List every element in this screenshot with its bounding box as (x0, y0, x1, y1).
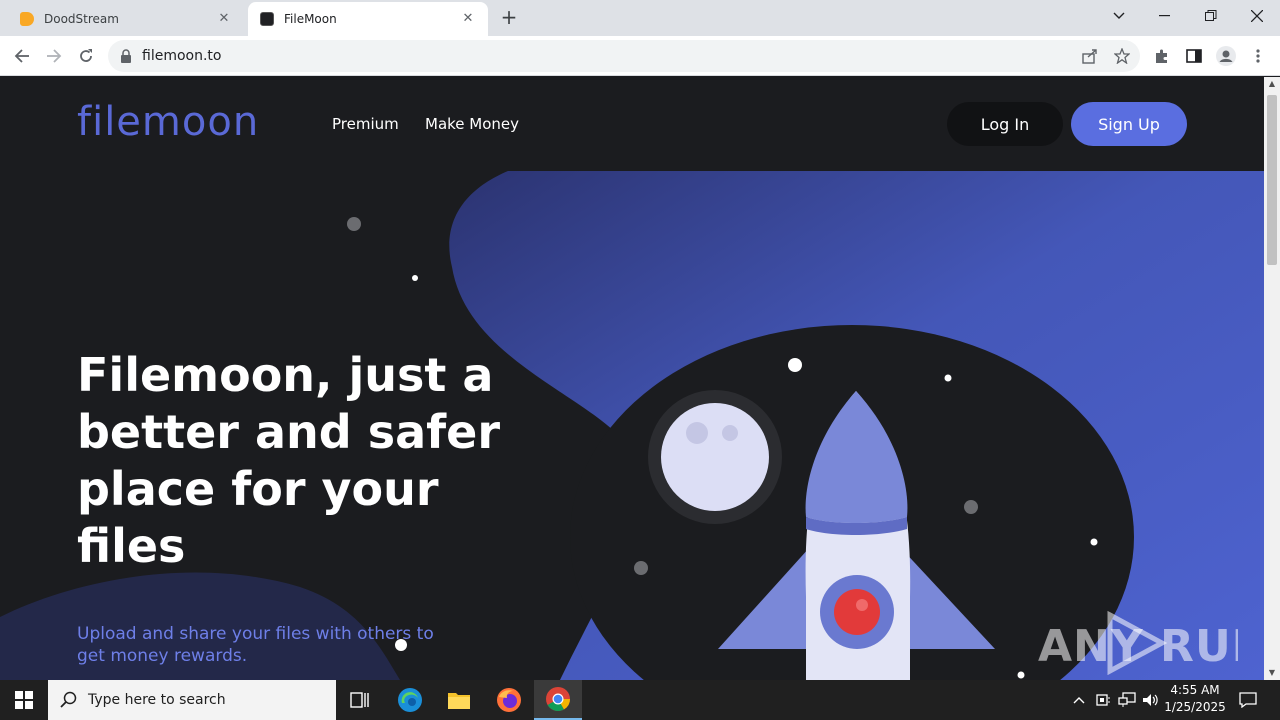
restore-icon (1205, 10, 1217, 21)
show-hidden-icons-button[interactable] (1068, 680, 1090, 720)
taskbar-search-box[interactable]: Type here to search (48, 680, 336, 720)
scrollbar-thumb[interactable] (1267, 95, 1277, 265)
restore-button[interactable] (1188, 0, 1234, 32)
tab-doodstream[interactable]: DoodStream ✕ (8, 2, 244, 36)
logo-text: filemoon (77, 99, 259, 143)
arrow-right-icon (47, 49, 62, 63)
bookmark-button[interactable] (1108, 42, 1136, 70)
hero-subline: Upload and share your files with others … (77, 624, 434, 666)
taskbar-firefox[interactable] (485, 680, 533, 720)
browser-toolbar: filemoon.to (0, 36, 1280, 76)
close-icon (1251, 10, 1263, 22)
url-text: filemoon.to (142, 48, 222, 64)
search-placeholder: Type here to search (88, 692, 226, 708)
anyrun-logo-icon: ANY RUN (1038, 610, 1264, 676)
signup-button[interactable]: Sign Up (1071, 102, 1187, 146)
scroll-up-arrow-icon[interactable]: ▲ (1264, 77, 1280, 91)
lock-icon (121, 49, 131, 63)
notifications-button[interactable] (1234, 680, 1262, 720)
menu-button[interactable] (1244, 42, 1272, 70)
taskbar-chrome[interactable] (534, 680, 582, 720)
reload-button[interactable] (72, 42, 100, 70)
windows-taskbar: Type here to search 4:55 AM 1/25/2025 (0, 680, 1280, 720)
firefox-icon (497, 688, 521, 712)
filemoon-logo[interactable]: filemoon (77, 99, 273, 153)
side-panel-button[interactable] (1180, 42, 1208, 70)
task-view-button[interactable] (336, 680, 384, 720)
clock-time: 4:55 AM (1170, 683, 1220, 697)
nav-premium-link[interactable]: Premium (332, 115, 399, 133)
tab-search-button[interactable] (1096, 0, 1142, 32)
tab-label: FileMoon (284, 12, 337, 26)
back-button[interactable] (8, 42, 36, 70)
arrow-left-icon (14, 49, 29, 63)
chevron-down-icon (1113, 12, 1125, 19)
minimize-button[interactable] (1142, 0, 1188, 32)
device-icon (1096, 694, 1110, 706)
start-button[interactable] (0, 680, 48, 720)
avatar-icon (1216, 46, 1236, 66)
taskbar-edge[interactable] (386, 680, 434, 720)
scroll-down-arrow-icon[interactable]: ▼ (1264, 666, 1280, 680)
edge-icon (398, 688, 422, 712)
task-view-icon (350, 692, 369, 708)
clock-date: 1/25/2025 (1164, 700, 1226, 714)
side-panel-icon (1186, 49, 1202, 63)
windows-logo-icon (15, 691, 33, 709)
tab-label: DoodStream (44, 12, 119, 26)
address-bar[interactable]: filemoon.to (108, 40, 1140, 72)
chrome-icon (546, 687, 570, 712)
page-scrollbar[interactable]: ▲ ▼ (1264, 77, 1280, 680)
search-icon (60, 691, 77, 708)
filemoon-logo-icon: filemoon (77, 99, 259, 145)
tray-volume-button[interactable] (1140, 680, 1162, 720)
filemoon-favicon-icon (260, 12, 274, 26)
profile-button[interactable] (1212, 42, 1240, 70)
moon-icon (661, 403, 769, 511)
notification-icon (1239, 692, 1257, 708)
close-tab-icon[interactable]: ✕ (460, 11, 476, 27)
forward-button[interactable] (40, 42, 68, 70)
taskbar-file-explorer[interactable] (435, 680, 483, 720)
login-button[interactable]: Log In (947, 102, 1063, 146)
close-window-button[interactable] (1234, 0, 1280, 32)
tray-meet-button[interactable] (1092, 680, 1114, 720)
minimize-icon (1159, 15, 1170, 17)
puzzle-icon (1156, 49, 1167, 63)
webpage: filemoon Premium Make Money Log In Sign … (0, 77, 1264, 680)
speaker-icon (1143, 694, 1158, 706)
doodstream-favicon-icon (20, 12, 34, 26)
taskbar-clock[interactable]: 4:55 AM 1/25/2025 (1160, 682, 1230, 716)
share-icon (1082, 49, 1097, 64)
network-icon (1118, 692, 1136, 707)
tray-network-button[interactable] (1116, 680, 1138, 720)
extensions-button[interactable] (1148, 42, 1176, 70)
tab-strip: DoodStream ✕ FileMoon ✕ + (0, 0, 1280, 36)
star-icon (1114, 48, 1130, 64)
more-vertical-icon (1256, 49, 1260, 63)
share-button[interactable] (1076, 42, 1104, 70)
anyrun-watermark: ANY RUN (1038, 609, 1264, 680)
new-tab-button[interactable]: + (496, 6, 522, 30)
chevron-up-icon (1073, 697, 1085, 704)
tab-filemoon[interactable]: FileMoon ✕ (248, 2, 488, 36)
nav-make-money-link[interactable]: Make Money (425, 115, 519, 133)
reload-icon (80, 49, 92, 62)
close-tab-icon[interactable]: ✕ (216, 11, 232, 27)
hero-headline: Filemoon, just a better and safer place … (77, 348, 501, 573)
folder-icon (448, 693, 470, 709)
